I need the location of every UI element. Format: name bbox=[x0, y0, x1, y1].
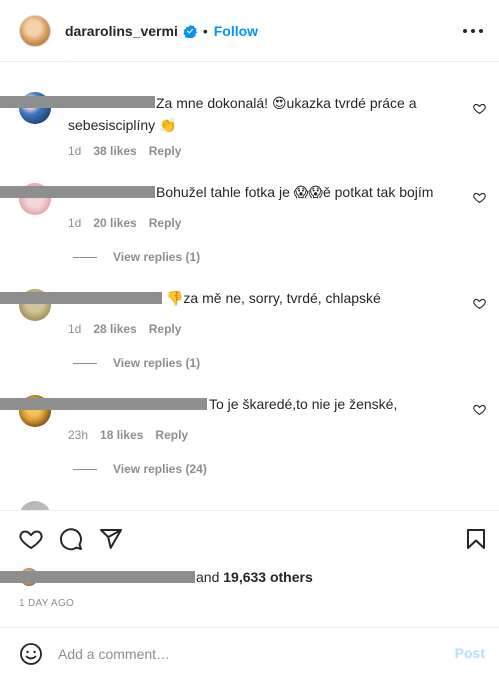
like-comment-heart-icon[interactable] bbox=[473, 102, 486, 115]
comment-text: Za mne dokonalá! 😍ukazka tvrdé práce a s… bbox=[68, 95, 417, 133]
comment-input[interactable] bbox=[58, 642, 428, 666]
redacted-liked-by bbox=[0, 571, 195, 583]
comment-likes[interactable]: 20 likes bbox=[93, 216, 136, 230]
likes-summary[interactable]: and 19,633 others bbox=[0, 567, 313, 587]
comment-meta: 1d 20 likes Reply bbox=[68, 216, 181, 230]
list-item bbox=[0, 498, 499, 510]
like-comment-heart-icon[interactable] bbox=[473, 403, 486, 416]
bookmark-icon[interactable] bbox=[464, 527, 488, 551]
add-comment-bar: Post bbox=[0, 627, 499, 679]
likes-text: and 19,633 others bbox=[196, 569, 313, 585]
comment-time: 1d bbox=[68, 322, 82, 336]
comment-text: Bohužel tahle fotka je 😱😱ě potkat tak bo… bbox=[156, 184, 434, 200]
author-avatar[interactable] bbox=[19, 14, 51, 47]
reply-button[interactable]: Reply bbox=[155, 428, 188, 442]
view-replies-button[interactable]: View replies (24) bbox=[73, 462, 207, 476]
comment-meta: 1d 38 likes Reply bbox=[68, 144, 181, 158]
emoji-icon[interactable] bbox=[19, 642, 43, 666]
header-separator: • bbox=[202, 22, 208, 39]
follow-button[interactable]: Follow bbox=[214, 23, 258, 39]
comment-likes[interactable]: 38 likes bbox=[93, 144, 136, 158]
comment-meta: 23h 18 likes Reply bbox=[68, 428, 188, 442]
reply-button[interactable]: Reply bbox=[149, 322, 182, 336]
commenter-avatar[interactable] bbox=[19, 501, 51, 510]
verified-badge-icon bbox=[183, 24, 197, 38]
comment-likes[interactable]: 18 likes bbox=[100, 428, 143, 442]
view-replies-button[interactable]: View replies (1) bbox=[73, 356, 200, 370]
list-item: Bohužel tahle fotka je 😱😱ě potkat tak bo… bbox=[0, 180, 499, 270]
view-replies-label: View replies (24) bbox=[113, 462, 207, 476]
like-comment-heart-icon[interactable] bbox=[473, 191, 486, 204]
likes-connector: and bbox=[196, 569, 220, 585]
more-horizontal-icon[interactable] bbox=[463, 22, 483, 40]
reply-button[interactable]: Reply bbox=[149, 144, 182, 158]
post-date[interactable]: 1 DAY AGO bbox=[19, 598, 74, 609]
list-item: 👎za mě ne, sorry, tvrdé, chlapské 1d 28 … bbox=[0, 286, 499, 376]
view-replies-button[interactable]: View replies (1) bbox=[73, 250, 200, 264]
post-header: dararolins_vermi • Follow bbox=[0, 0, 499, 62]
comment-icon[interactable] bbox=[59, 527, 83, 551]
post-actions-bar bbox=[0, 510, 499, 565]
likes-count[interactable]: 19,633 others bbox=[223, 569, 313, 585]
comment-text: To je škaredé,to nie je ženské, bbox=[209, 396, 398, 412]
comment-likes[interactable]: 28 likes bbox=[93, 322, 136, 336]
comments-list[interactable]: · Za mne dokonalá! 😍ukazka tvrdé práce a… bbox=[0, 62, 499, 510]
post-button[interactable]: Post bbox=[455, 645, 485, 661]
replies-divider bbox=[73, 362, 97, 364]
comment-time: 1d bbox=[68, 144, 82, 158]
reply-button[interactable]: Reply bbox=[149, 216, 182, 230]
like-comment-heart-icon[interactable] bbox=[473, 297, 486, 310]
view-replies-label: View replies (1) bbox=[113, 250, 201, 264]
comment-time: 1d bbox=[68, 216, 82, 230]
author-username[interactable]: dararolins_vermi bbox=[65, 23, 178, 39]
heart-icon[interactable] bbox=[19, 527, 43, 551]
comment-time: 23h bbox=[68, 428, 89, 442]
replies-divider bbox=[73, 468, 97, 470]
list-item: · bbox=[0, 62, 499, 68]
share-icon[interactable] bbox=[99, 527, 123, 551]
list-item: Za mne dokonalá! 😍ukazka tvrdé práce a s… bbox=[0, 90, 499, 170]
view-replies-label: View replies (1) bbox=[113, 356, 201, 370]
replies-divider bbox=[73, 256, 97, 258]
comment-meta: 1d 28 likes Reply bbox=[68, 322, 181, 336]
comment-text: 👎za mě ne, sorry, tvrdé, chlapské bbox=[166, 290, 381, 306]
comment-meta-partial: · bbox=[68, 62, 72, 68]
list-item: To je škaredé,to nie je ženské, 23h 18 l… bbox=[0, 392, 499, 482]
